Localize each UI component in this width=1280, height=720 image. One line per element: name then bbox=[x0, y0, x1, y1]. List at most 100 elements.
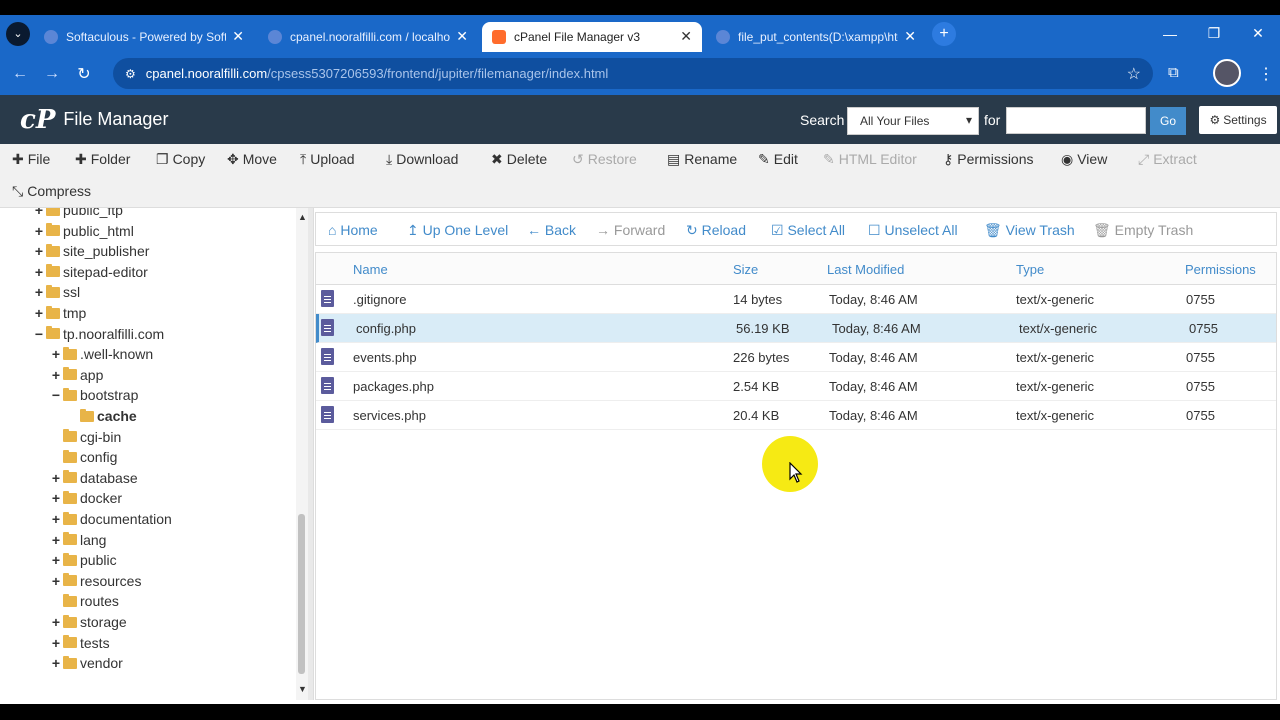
expand-plus-icon[interactable]: + bbox=[34, 305, 44, 321]
expand-plus-icon[interactable]: + bbox=[51, 490, 61, 506]
copy-button[interactable]: ❐ Copy bbox=[156, 151, 205, 168]
tree-node[interactable]: + public_ftp bbox=[34, 208, 123, 220]
tree-node[interactable]: + app bbox=[51, 365, 103, 385]
tree-node[interactable]: − tp.nooralfilli.com bbox=[34, 324, 164, 344]
tree-node[interactable]: + tmp bbox=[34, 303, 86, 323]
pane-splitter[interactable] bbox=[308, 208, 314, 700]
tree-node[interactable]: cache bbox=[68, 406, 137, 426]
upload-button[interactable]: ⤒ Upload bbox=[300, 151, 355, 168]
tree-node[interactable]: + public bbox=[51, 550, 117, 570]
tree-node[interactable]: + resources bbox=[51, 571, 142, 591]
expand-plus-icon[interactable]: + bbox=[51, 614, 61, 630]
restore-button[interactable]: ↺ Restore bbox=[572, 151, 637, 168]
expand-plus-icon[interactable]: + bbox=[34, 264, 44, 280]
tree-node[interactable]: + .well-known bbox=[51, 344, 153, 364]
rename-button[interactable]: ▤ Rename bbox=[667, 151, 737, 168]
settings-button[interactable]: ⚙ Settings bbox=[1199, 106, 1277, 134]
tree-node[interactable]: + tests bbox=[51, 633, 110, 653]
collapse-minus-icon[interactable]: − bbox=[34, 326, 44, 342]
expand-plus-icon[interactable]: + bbox=[51, 532, 61, 548]
tab-close-icon[interactable]: ✕ bbox=[232, 28, 244, 45]
expand-plus-icon[interactable]: + bbox=[51, 552, 61, 568]
column-name[interactable]: Name bbox=[353, 262, 388, 277]
expand-plus-icon[interactable]: + bbox=[51, 655, 61, 671]
tree-node[interactable]: + ssl bbox=[34, 282, 80, 302]
tree-node[interactable]: config bbox=[51, 447, 117, 467]
browser-tab-1[interactable]: cpanel.nooralfilli.com / localho ✕ bbox=[258, 22, 478, 52]
tab-search-chevron-icon[interactable]: ⌄ bbox=[6, 21, 30, 46]
unselect-all-button[interactable]: ☐ Unselect All bbox=[868, 222, 958, 239]
tab-close-icon[interactable]: ✕ bbox=[904, 28, 916, 45]
empty-trash-button[interactable]: 🗑 Empty Trash bbox=[1093, 222, 1193, 239]
forward-button[interactable]: → Forward bbox=[596, 222, 665, 238]
move-button[interactable]: ✥ Move bbox=[227, 151, 277, 168]
expand-plus-icon[interactable]: + bbox=[51, 346, 61, 362]
select-all-button[interactable]: ☑ Select All bbox=[771, 222, 845, 239]
browser-menu-icon[interactable]: ⋮ bbox=[1258, 64, 1274, 84]
home-button[interactable]: ⌂ Home bbox=[328, 222, 378, 238]
collapse-minus-icon[interactable]: − bbox=[51, 387, 61, 403]
expand-plus-icon[interactable]: + bbox=[34, 284, 44, 300]
tree-node[interactable]: + documentation bbox=[51, 509, 172, 529]
browser-tab-2[interactable]: cPanel File Manager v3 ✕ bbox=[482, 21, 702, 52]
new-folder-button[interactable]: ✚ Folder bbox=[75, 151, 130, 168]
tab-close-icon[interactable]: ✕ bbox=[456, 28, 468, 45]
expand-plus-icon[interactable]: + bbox=[51, 573, 61, 589]
tree-scrollbar[interactable]: ▲ ▼ bbox=[296, 208, 308, 700]
close-window-icon[interactable]: ✕ bbox=[1236, 15, 1280, 52]
browser-tab-0[interactable]: Softaculous - Powered by Softa ✕ bbox=[34, 22, 254, 52]
expand-plus-icon[interactable]: + bbox=[51, 367, 61, 383]
profile-avatar[interactable] bbox=[1213, 59, 1241, 87]
forward-arrow-icon[interactable]: → bbox=[36, 65, 68, 83]
column-last-modified[interactable]: Last Modified bbox=[827, 262, 904, 277]
extract-button[interactable]: ⤢ Extract bbox=[1138, 151, 1197, 168]
search-scope-select[interactable]: All Your Files bbox=[847, 107, 979, 135]
file-row[interactable]: packages.php 2.54 KB Today, 8:46 AM text/x-… bbox=[316, 372, 1276, 401]
tree-node[interactable]: routes bbox=[51, 591, 119, 611]
file-row[interactable]: events.php 226 bytes Today, 8:46 AM text/x-… bbox=[316, 343, 1276, 372]
search-input[interactable] bbox=[1006, 107, 1146, 134]
expand-plus-icon[interactable]: + bbox=[34, 223, 44, 239]
column-type[interactable]: Type bbox=[1016, 262, 1044, 277]
reload-button[interactable]: ↻ Reload bbox=[686, 222, 746, 239]
file-row[interactable]: .gitignore 14 bytes Today, 8:46 AM text/x-g… bbox=[316, 285, 1276, 314]
tree-node[interactable]: + vendor bbox=[51, 653, 123, 673]
site-info-icon[interactable]: ⚙ bbox=[125, 67, 136, 81]
url-field[interactable]: ⚙ cpanel.nooralfilli.com/cpsess530720659… bbox=[113, 58, 1153, 89]
expand-plus-icon[interactable]: + bbox=[51, 470, 61, 486]
scroll-up-arrow-icon[interactable]: ▲ bbox=[298, 212, 307, 222]
extensions-puzzle-icon[interactable]: ⧉ bbox=[1168, 64, 1179, 81]
column-size[interactable]: Size bbox=[733, 262, 758, 277]
tree-node[interactable]: + docker bbox=[51, 488, 122, 508]
expand-plus-icon[interactable]: + bbox=[34, 243, 44, 259]
file-row[interactable]: services.php 20.4 KB Today, 8:46 AM text/x-… bbox=[316, 401, 1276, 430]
html-editor-button[interactable]: ✎ HTML Editor bbox=[823, 151, 917, 168]
tree-node[interactable]: + public_html bbox=[34, 221, 134, 241]
column-permissions[interactable]: Permissions bbox=[1185, 262, 1256, 277]
bookmark-star-icon[interactable]: ☆ bbox=[1127, 64, 1141, 84]
tree-node[interactable]: + site_publisher bbox=[34, 241, 149, 261]
download-button[interactable]: ⤓ Download bbox=[386, 151, 458, 168]
file-row[interactable]: config.php 56.19 KB Today, 8:46 AM text/x-g… bbox=[316, 314, 1276, 343]
delete-button[interactable]: ✖ Delete bbox=[491, 151, 547, 168]
permissions-button[interactable]: ⚷ Permissions bbox=[943, 151, 1034, 168]
expand-plus-icon[interactable]: + bbox=[34, 208, 44, 218]
search-go-button[interactable]: Go bbox=[1150, 107, 1186, 135]
view-button[interactable]: ◉ View bbox=[1061, 151, 1107, 168]
browser-tab-3[interactable]: file_put_contents(D:\xampp\htd ✕ bbox=[706, 22, 926, 52]
tree-node[interactable]: cgi-bin bbox=[51, 427, 121, 447]
minimize-icon[interactable]: — bbox=[1148, 15, 1192, 52]
reload-icon[interactable]: ↻ bbox=[68, 64, 100, 84]
scroll-down-arrow-icon[interactable]: ▼ bbox=[298, 684, 307, 694]
compress-button[interactable]: ⤡ Compress bbox=[12, 183, 91, 200]
new-file-button[interactable]: ✚ File bbox=[12, 151, 50, 168]
new-tab-plus-icon[interactable]: + bbox=[932, 21, 956, 46]
back-arrow-icon[interactable]: ← bbox=[4, 65, 36, 83]
tab-close-icon[interactable]: ✕ bbox=[680, 28, 692, 45]
cpanel-logo[interactable]: cP bbox=[20, 105, 55, 135]
expand-plus-icon[interactable]: + bbox=[51, 635, 61, 651]
scrollbar-thumb[interactable] bbox=[298, 514, 305, 674]
tree-node[interactable]: + lang bbox=[51, 530, 107, 550]
tree-node[interactable]: + database bbox=[51, 468, 138, 488]
edit-button[interactable]: ✎ Edit bbox=[758, 151, 798, 168]
